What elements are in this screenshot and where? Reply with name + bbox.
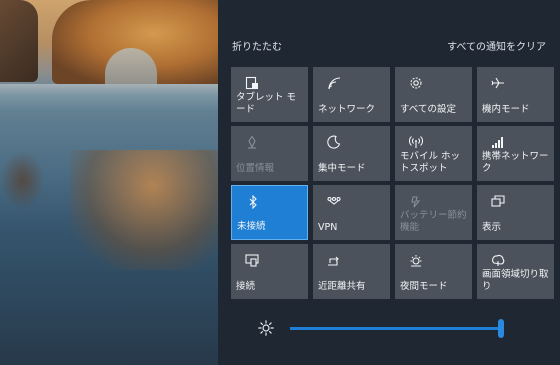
quick-action-tile[interactable]: 携帯ネットワーク <box>477 126 554 181</box>
moon-icon <box>327 135 341 149</box>
quick-action-tile[interactable]: 近距離共有 <box>313 244 390 299</box>
hotspot-icon <box>409 135 423 149</box>
quick-action-tile[interactable]: 未接続 <box>231 185 308 240</box>
tile-label: VPN <box>318 222 338 233</box>
tile-label: 携帯ネットワーク <box>482 151 549 174</box>
quick-action-tile[interactable]: 集中モード <box>313 126 390 181</box>
quick-action-tile[interactable]: 接続 <box>231 244 308 299</box>
quick-action-tile[interactable]: 表示 <box>477 185 554 240</box>
tile-label: 接続 <box>236 281 256 292</box>
quick-action-tile[interactable]: ネットワーク <box>313 67 390 122</box>
tile-label: タブレット モード <box>236 92 297 115</box>
brightness-slider-track[interactable] <box>290 327 502 330</box>
desktop-wallpaper <box>0 0 218 365</box>
night-light-icon <box>409 253 423 267</box>
nearby-share-icon <box>327 253 341 267</box>
tile-label: 夜間モード <box>400 281 448 292</box>
quick-action-tile[interactable]: すべての設定 <box>395 67 472 122</box>
tile-label: ネットワーク <box>318 104 376 115</box>
tile-label: 未接続 <box>237 221 266 232</box>
quick-action-tile[interactable]: バッテリー節約機能 <box>395 185 472 240</box>
battery-saver-icon <box>409 194 423 208</box>
collapse-link[interactable]: 折りたたむ <box>232 38 282 53</box>
tile-label: すべての設定 <box>400 104 456 115</box>
tile-label: 機内モード <box>482 104 530 115</box>
tile-label: 位置情報 <box>236 163 275 174</box>
brightness-slider-thumb[interactable] <box>498 319 504 338</box>
tile-label: バッテリー節約機能 <box>400 210 467 233</box>
quick-action-tile[interactable]: 画面領域切り取り <box>477 244 554 299</box>
quick-action-tile[interactable]: 機内モード <box>477 67 554 122</box>
tablet-mode-icon <box>245 76 259 90</box>
network-icon <box>327 76 341 90</box>
quick-action-tile[interactable]: 夜間モード <box>395 244 472 299</box>
snip-icon <box>491 253 505 267</box>
action-center-panel: 折りたたむ すべての通知をクリア タブレット モードネットワーク すべての設定 機内… <box>218 0 560 365</box>
gear-icon <box>409 76 423 90</box>
connect-icon <box>245 253 259 267</box>
tile-label: 表示 <box>482 222 502 233</box>
quick-action-tile[interactable]: モバイル ホットスポット <box>395 126 472 181</box>
tile-label: 近距離共有 <box>318 281 366 292</box>
location-icon <box>245 135 259 149</box>
clear-all-notifications-link[interactable]: すべての通知をクリア <box>447 38 546 53</box>
tile-label: モバイル ホットスポット <box>400 151 461 174</box>
tile-label: 集中モード <box>318 163 366 174</box>
airplane-icon <box>491 76 505 90</box>
tile-label: 画面領域切り取り <box>482 269 549 292</box>
cellular-icon <box>491 135 505 149</box>
bluetooth-icon <box>246 195 260 209</box>
quick-actions-grid: タブレット モードネットワーク すべての設定 機内モード位置情報 集中モード モバイル … <box>231 67 554 299</box>
quick-action-tile[interactable]: 位置情報 <box>231 126 308 181</box>
vpn-icon <box>327 194 341 208</box>
project-icon <box>491 194 505 208</box>
brightness-icon <box>258 320 274 336</box>
quick-action-tile[interactable]: タブレット モード <box>231 67 308 122</box>
quick-action-tile[interactable]: VPN <box>313 185 390 240</box>
